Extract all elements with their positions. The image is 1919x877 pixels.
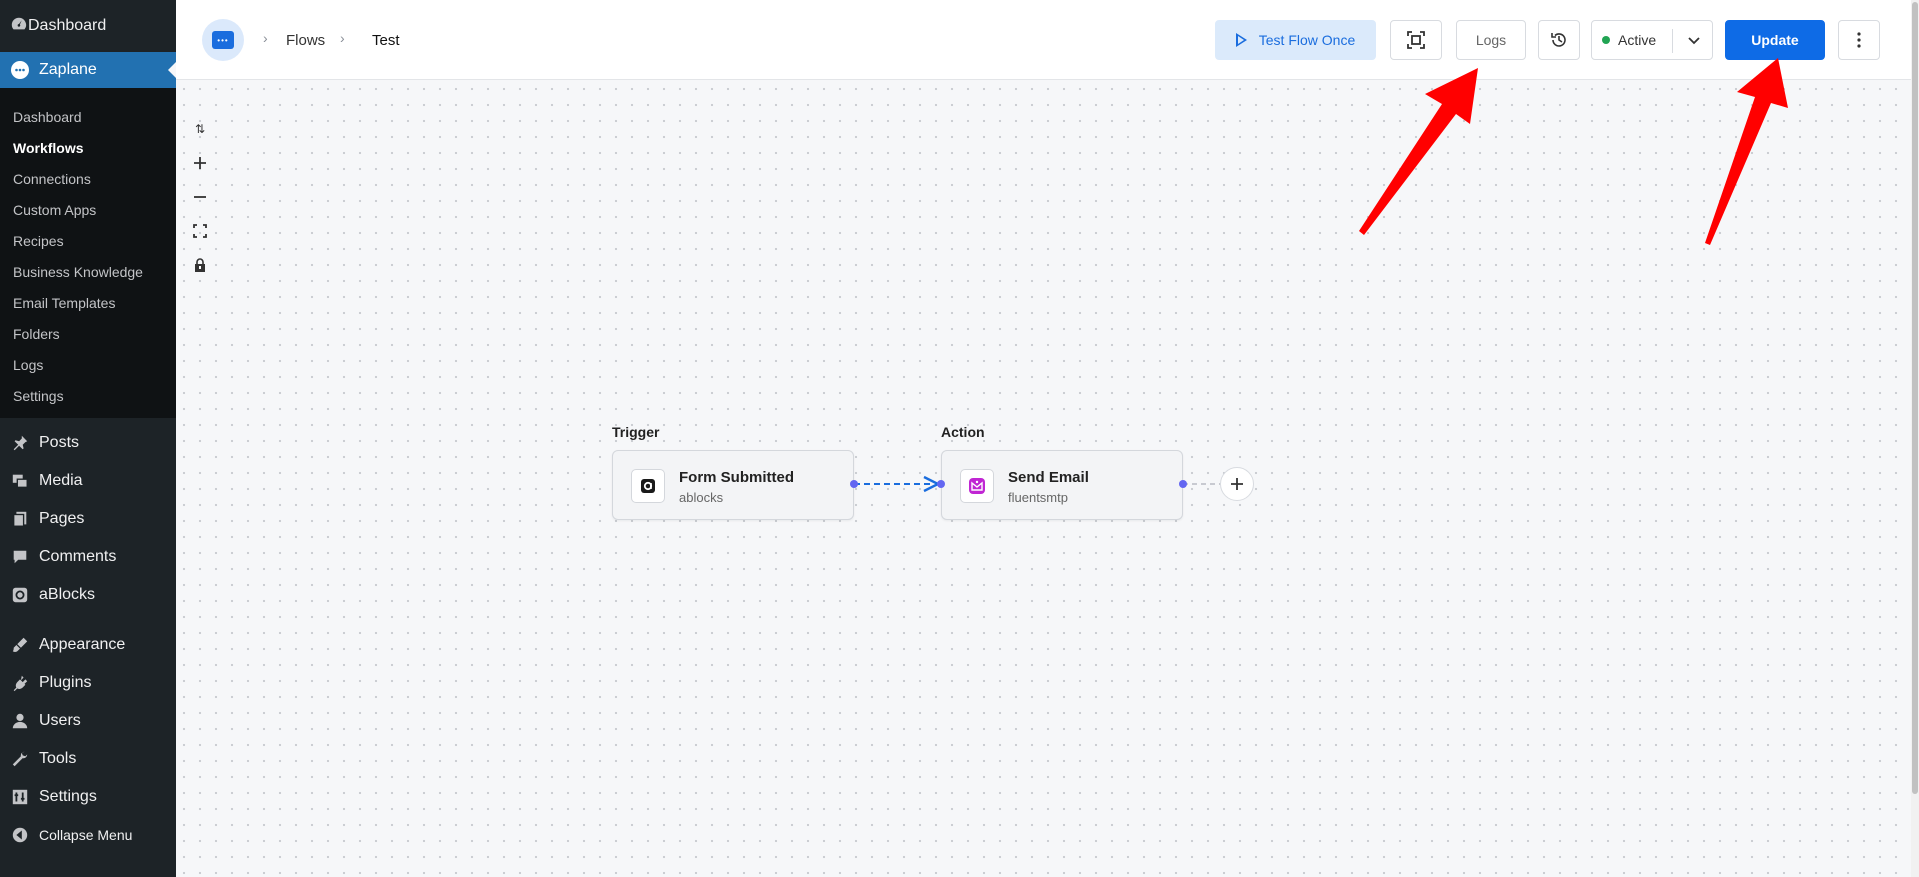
sidebar-item-posts[interactable]: Posts <box>0 424 176 462</box>
settings-icon <box>10 787 30 807</box>
pin-icon <box>10 433 30 453</box>
dashboard-icon <box>10 15 28 38</box>
sidebar-submenu: Dashboard Workflows Connections Custom A… <box>0 88 176 418</box>
sidebar-item-label: Dashboard <box>28 17 107 34</box>
status-label: Active <box>1618 32 1657 48</box>
sidebar-item-label: Zaplane <box>39 61 97 78</box>
sidebar-item-appearance[interactable]: Appearance <box>0 626 176 664</box>
sidebar-item-label: aBlocks <box>39 586 96 603</box>
comment-icon <box>10 547 30 567</box>
submenu-custom-apps[interactable]: Custom Apps <box>0 195 176 226</box>
submenu-logs[interactable]: Logs <box>0 350 176 381</box>
sidebar-item-comments[interactable]: Comments <box>0 538 176 576</box>
sidebar-item-users[interactable]: Users <box>0 702 176 740</box>
submenu-folders[interactable]: Folders <box>0 319 176 350</box>
test-flow-once-button[interactable]: Test Flow Once <box>1215 20 1376 60</box>
sidebar-item-label: Users <box>39 712 81 729</box>
status-dropdown[interactable]: Active <box>1591 20 1713 60</box>
history-icon <box>1551 33 1566 47</box>
sidebar-item-tools[interactable]: Tools <box>0 740 176 778</box>
focus-frame-icon <box>1407 31 1425 49</box>
play-icon <box>1235 33 1247 47</box>
plus-icon <box>1231 478 1243 490</box>
chevron-right-icon: › <box>340 30 345 46</box>
test-flow-label: Test Flow Once <box>1258 32 1356 48</box>
action-input-handle <box>937 480 945 488</box>
logs-button[interactable]: Logs <box>1456 20 1526 60</box>
zaplane-logo-icon <box>10 60 30 80</box>
sidebar-item-dashboard[interactable]: Dashboard <box>0 0 176 52</box>
sidebar-item-media[interactable]: Media <box>0 462 176 500</box>
submenu-connections[interactable]: Connections <box>0 164 176 195</box>
zaplane-logo-icon: ••• <box>212 31 234 49</box>
flow-canvas[interactable]: ⇅ Trigger Form Submitted ablocks Action … <box>176 81 1911 877</box>
submenu-business-knowledge[interactable]: Business Knowledge <box>0 257 176 288</box>
page-scrollbar[interactable] <box>1911 0 1919 877</box>
sidebar-item-label: Plugins <box>39 674 92 691</box>
sidebar-item-settings[interactable]: Settings <box>0 778 176 816</box>
sidebar-item-plugins[interactable]: Plugins <box>0 664 176 702</box>
sidebar-item-label: Collapse Menu <box>39 827 133 843</box>
submenu-recipes[interactable]: Recipes <box>0 226 176 257</box>
sidebar-item-pages[interactable]: Pages <box>0 500 176 538</box>
update-button[interactable]: Update <box>1725 20 1825 60</box>
sidebar-item-label: Pages <box>39 510 85 527</box>
admin-sidebar: Dashboard Zaplane Dashboard Workflows Co… <box>0 0 176 877</box>
media-icon <box>10 471 30 491</box>
sidebar-item-label: Posts <box>39 434 80 451</box>
more-options-button[interactable] <box>1838 20 1880 60</box>
submenu-email-templates[interactable]: Email Templates <box>0 288 176 319</box>
status-dot <box>1602 36 1610 44</box>
ablocks-icon <box>10 585 30 605</box>
scrollbar-thumb[interactable] <box>1912 2 1918 794</box>
submenu-settings[interactable]: Settings <box>0 381 176 412</box>
sidebar-item-label: Comments <box>39 548 117 565</box>
user-icon <box>10 711 30 731</box>
action-output-handle <box>1179 480 1187 488</box>
chevron-right-icon: › <box>263 30 268 46</box>
plugin-icon <box>10 673 30 693</box>
sidebar-item-ablocks[interactable]: aBlocks <box>0 576 176 614</box>
trigger-output-handle <box>850 480 858 488</box>
sidebar-item-label: Tools <box>39 750 77 767</box>
history-button[interactable] <box>1538 20 1580 60</box>
sidebar-collapse-menu[interactable]: Collapse Menu <box>0 816 176 854</box>
brush-icon <box>10 635 30 655</box>
chevron-down-icon[interactable] <box>1685 31 1703 49</box>
sidebar-item-label: Settings <box>39 788 97 805</box>
pages-icon <box>10 509 30 529</box>
fit-view-button[interactable] <box>1390 20 1442 60</box>
add-step-button[interactable] <box>1220 467 1254 501</box>
breadcrumb-current: Test <box>372 32 400 49</box>
more-vertical-icon <box>1857 32 1861 48</box>
flow-connectors <box>850 475 1220 493</box>
sidebar-item-zaplane[interactable]: Zaplane <box>0 52 176 88</box>
submenu-dashboard[interactable]: Dashboard <box>0 102 176 133</box>
sidebar-item-label: Appearance <box>39 636 126 653</box>
flow-editor-header: ••• › Flows › Test Test Flow Once Logs A… <box>176 0 1911 80</box>
submenu-workflows[interactable]: Workflows <box>0 133 176 164</box>
zaplane-logo[interactable]: ••• <box>202 19 244 61</box>
collapse-icon <box>10 825 30 845</box>
breadcrumb-flows[interactable]: Flows <box>286 32 325 49</box>
sidebar-item-label: Media <box>39 472 83 489</box>
wrench-icon <box>10 749 30 769</box>
